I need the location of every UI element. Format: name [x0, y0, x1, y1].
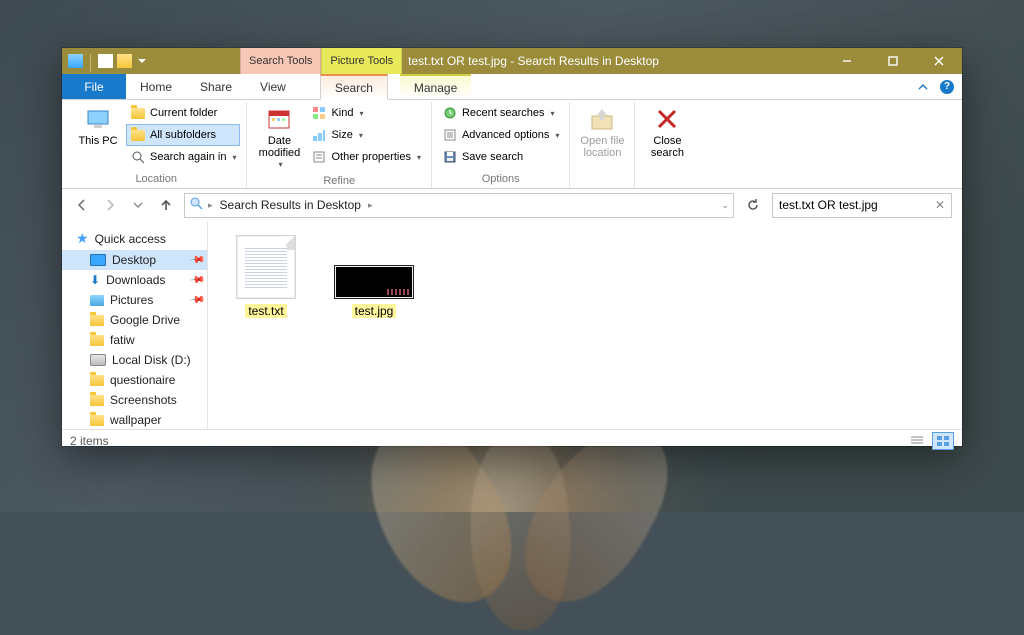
sidebar-item-questionaire[interactable]: questionaire	[62, 370, 207, 390]
text-file-icon	[236, 235, 296, 299]
ribbon-group-refine: Date modified▾ Kind▾ Size▾ Other propert…	[247, 102, 432, 188]
content-pane[interactable]: test.txt test.jpg	[208, 221, 962, 429]
address-bar[interactable]: ▸ Search Results in Desktop ▸ ⌄	[184, 193, 734, 218]
sidebar-item-pictures[interactable]: Pictures📌	[62, 290, 207, 310]
navigation-pane[interactable]: ★Quick access Desktop📌 ⬇Downloads📌 Pictu…	[62, 221, 208, 429]
date-modified-button[interactable]: Date modified▾	[253, 102, 305, 173]
all-subfolders-button[interactable]: All subfolders	[126, 124, 240, 146]
search-again-in-button[interactable]: Search again in▾	[126, 146, 240, 168]
other-properties-button[interactable]: Other properties▾	[307, 146, 425, 168]
sidebar-item-fatiw[interactable]: fatiw	[62, 330, 207, 350]
breadcrumb-separator-icon[interactable]: ▸	[368, 200, 373, 211]
folder-icon	[90, 315, 104, 326]
close-search-label: Close search	[643, 135, 691, 159]
breadcrumb-item[interactable]: Search Results in Desktop	[217, 198, 364, 212]
drive-icon	[90, 354, 106, 366]
refresh-button[interactable]	[742, 194, 764, 216]
address-dropdown-button[interactable]: ⌄	[721, 200, 729, 211]
sidebar-item-desktop[interactable]: Desktop📌	[62, 250, 207, 270]
search-box[interactable]: ✕	[772, 193, 952, 218]
qat-properties-icon[interactable]	[98, 54, 113, 68]
file-item[interactable]: test.jpg	[334, 235, 414, 318]
downloads-icon: ⬇	[90, 273, 100, 287]
item-count-label: 2 items	[70, 434, 109, 448]
contextual-tab-picture-tools[interactable]: Picture Tools	[321, 48, 402, 74]
pin-icon: 📌	[188, 252, 205, 268]
sidebar-item-screenshots[interactable]: Screenshots	[62, 390, 207, 410]
search-input[interactable]	[777, 197, 933, 213]
file-name-label: test.txt	[245, 304, 286, 318]
close-search-button[interactable]: Close search	[641, 102, 693, 162]
folder-icon	[90, 395, 104, 406]
file-name-label: test.jpg	[352, 304, 397, 318]
this-pc-button[interactable]: This PC	[72, 102, 124, 150]
folder-icon	[90, 415, 104, 426]
recent-locations-button[interactable]	[128, 195, 148, 215]
up-button[interactable]	[156, 195, 176, 215]
current-folder-button[interactable]: Current folder	[126, 102, 240, 124]
folder-icon	[90, 375, 104, 386]
sidebar-item-google-drive[interactable]: Google Drive	[62, 310, 207, 330]
ribbon-tabs: File Home Share View Search Manage ?	[62, 74, 962, 100]
breadcrumb-separator-icon[interactable]: ▸	[208, 200, 213, 211]
tab-manage[interactable]: Manage	[400, 74, 471, 99]
star-icon: ★	[76, 230, 89, 247]
title-bar[interactable]: Search Tools Picture Tools test.txt OR t…	[62, 48, 962, 74]
minimize-button[interactable]	[824, 48, 870, 74]
sidebar-item-local-disk[interactable]: Local Disk (D:)	[62, 350, 207, 370]
save-search-button[interactable]: Save search	[438, 146, 563, 168]
maximize-button[interactable]	[870, 48, 916, 74]
ribbon-group-options: Recent searches▾ Advanced options▾ Save …	[432, 102, 570, 188]
recent-searches-button[interactable]: Recent searches▾	[438, 102, 563, 124]
open-file-location-button: Open file location	[576, 102, 628, 162]
window-title: test.txt OR test.jpg - Search Results in…	[408, 54, 659, 68]
desktop-icon	[90, 254, 106, 266]
group-title-location: Location	[135, 171, 177, 188]
sidebar-item-quick-access[interactable]: ★Quick access	[62, 227, 207, 250]
size-button[interactable]: Size▾	[307, 124, 425, 146]
explorer-icon	[68, 54, 83, 68]
explorer-window: Search Tools Picture Tools test.txt OR t…	[62, 48, 962, 446]
qat-customize-icon[interactable]	[138, 59, 146, 63]
image-thumbnail	[334, 265, 414, 299]
quick-access-toolbar[interactable]	[62, 48, 152, 74]
search-folder-icon	[189, 196, 204, 214]
navigation-bar: ▸ Search Results in Desktop ▸ ⌄ ✕	[62, 189, 962, 221]
advanced-options-button[interactable]: Advanced options▾	[438, 124, 563, 146]
pin-icon: 📌	[188, 272, 205, 288]
back-button[interactable]	[72, 195, 92, 215]
this-pc-label: This PC	[78, 135, 117, 147]
sidebar-item-wallpaper[interactable]: wallpaper	[62, 410, 207, 429]
ribbon: This PC Current folder All subfolders Se…	[62, 100, 962, 189]
tab-file[interactable]: File	[62, 74, 126, 99]
folder-icon	[90, 335, 104, 346]
group-title-refine: Refine	[323, 173, 355, 190]
collapse-ribbon-button[interactable]	[912, 74, 934, 99]
tab-view[interactable]: View	[246, 74, 300, 99]
contextual-tab-search-tools[interactable]: Search Tools	[240, 48, 321, 74]
pin-icon: 📌	[188, 292, 205, 308]
tab-share[interactable]: Share	[186, 74, 246, 99]
file-item[interactable]: test.txt	[226, 235, 306, 318]
tab-home[interactable]: Home	[126, 74, 186, 99]
clear-search-button[interactable]: ✕	[933, 198, 947, 212]
ribbon-group-location: This PC Current folder All subfolders Se…	[66, 102, 247, 188]
group-title-options: Options	[482, 171, 520, 188]
qat-newfolder-icon[interactable]	[117, 54, 132, 68]
thumbnails-view-button[interactable]	[932, 432, 954, 450]
kind-button[interactable]: Kind▾	[307, 102, 425, 124]
help-icon[interactable]: ?	[940, 80, 954, 94]
tab-search[interactable]: Search	[320, 74, 388, 100]
close-button[interactable]	[916, 48, 962, 74]
details-view-button[interactable]	[906, 432, 928, 450]
open-file-location-label: Open file location	[578, 135, 626, 159]
pictures-icon	[90, 295, 104, 306]
forward-button	[100, 195, 120, 215]
sidebar-item-downloads[interactable]: ⬇Downloads📌	[62, 270, 207, 290]
date-modified-label: Date modified	[255, 135, 303, 159]
status-bar: 2 items	[62, 429, 962, 452]
